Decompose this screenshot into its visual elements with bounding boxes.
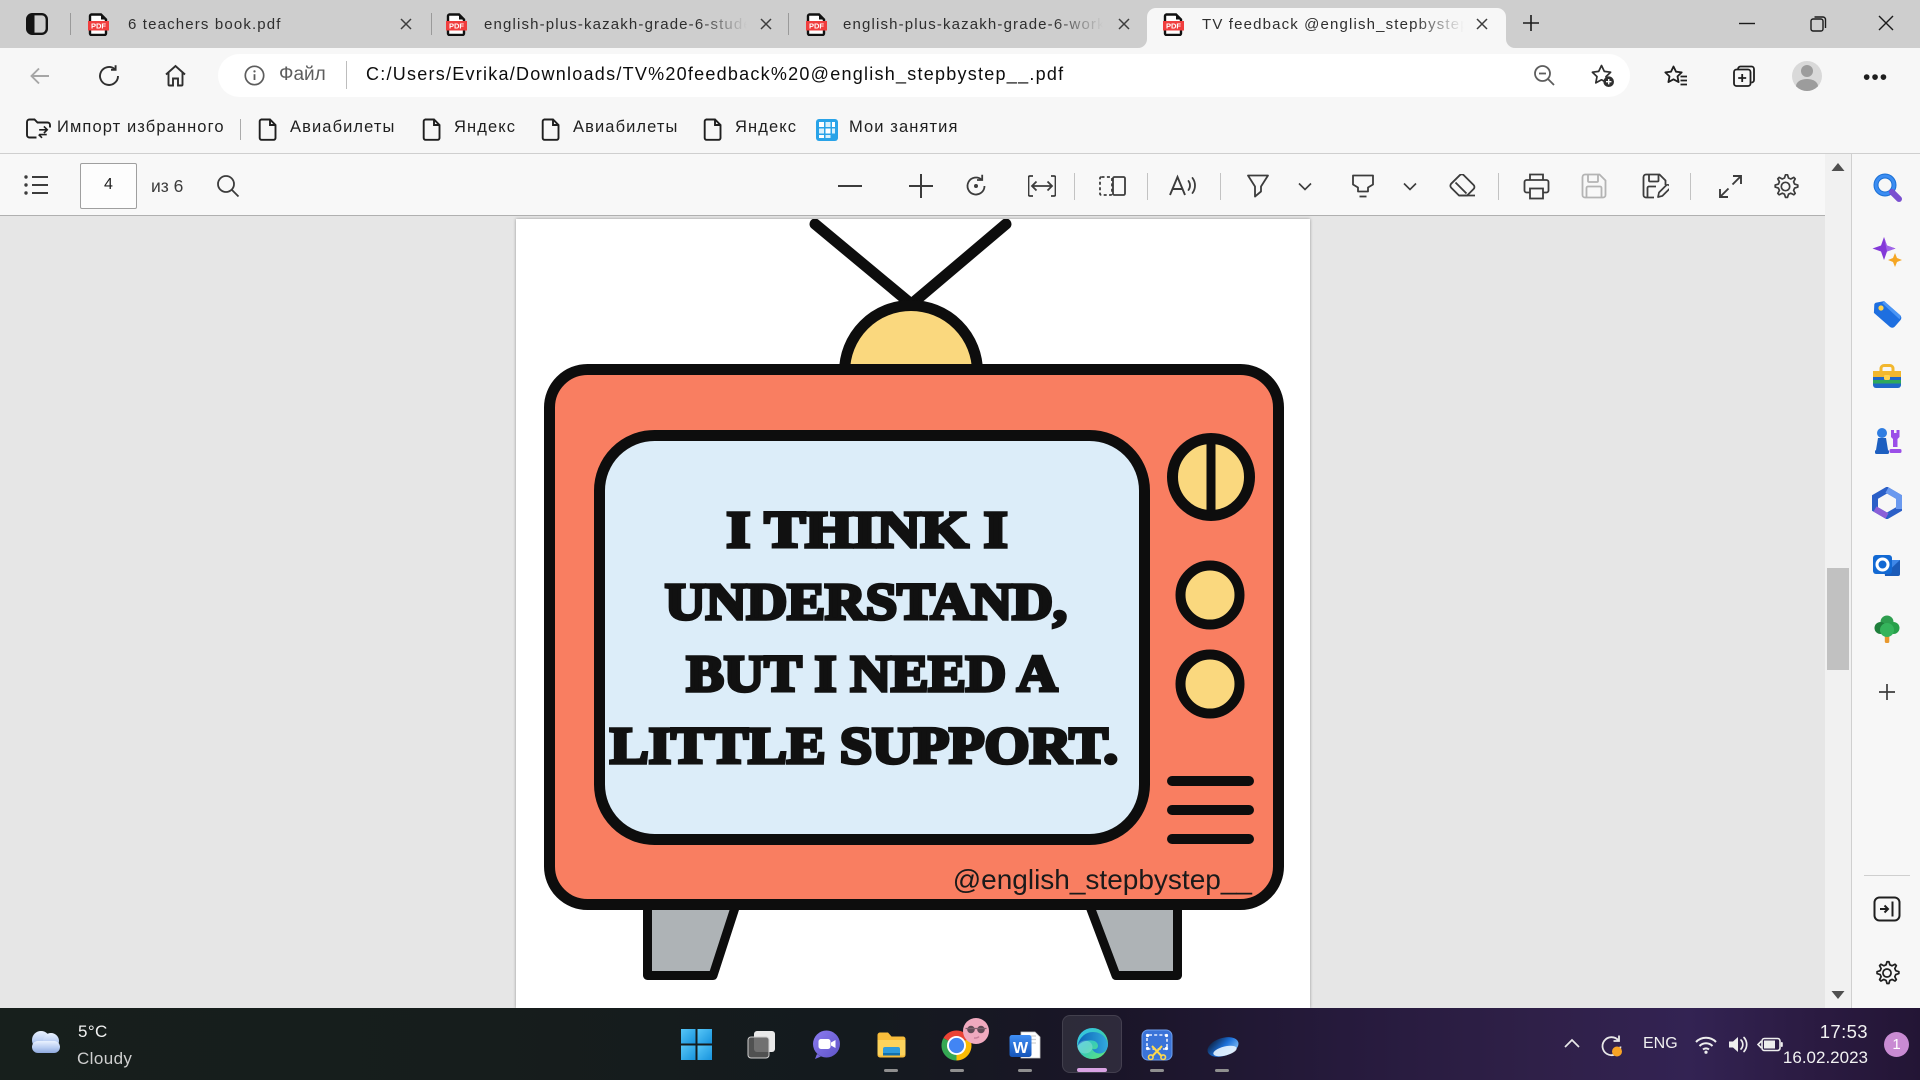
svg-text:UNDERSTAND,: UNDERSTAND,	[665, 574, 1067, 631]
svg-text:@english_stepbystep__: @english_stepbystep__	[953, 864, 1253, 895]
svg-text:I THINK I: I THINK I	[727, 502, 1008, 559]
svg-text:BUT I NEED A: BUT I NEED A	[687, 646, 1058, 703]
svg-text:PDF: PDF	[91, 22, 106, 31]
svg-text:PDF: PDF	[809, 22, 824, 31]
svg-text:W: W	[1013, 1040, 1029, 1057]
svg-text:LITTLE SUPPORT.: LITTLE SUPPORT.	[610, 718, 1118, 775]
svg-text:PDF: PDF	[1166, 22, 1181, 31]
svg-text:PDF: PDF	[449, 22, 464, 31]
